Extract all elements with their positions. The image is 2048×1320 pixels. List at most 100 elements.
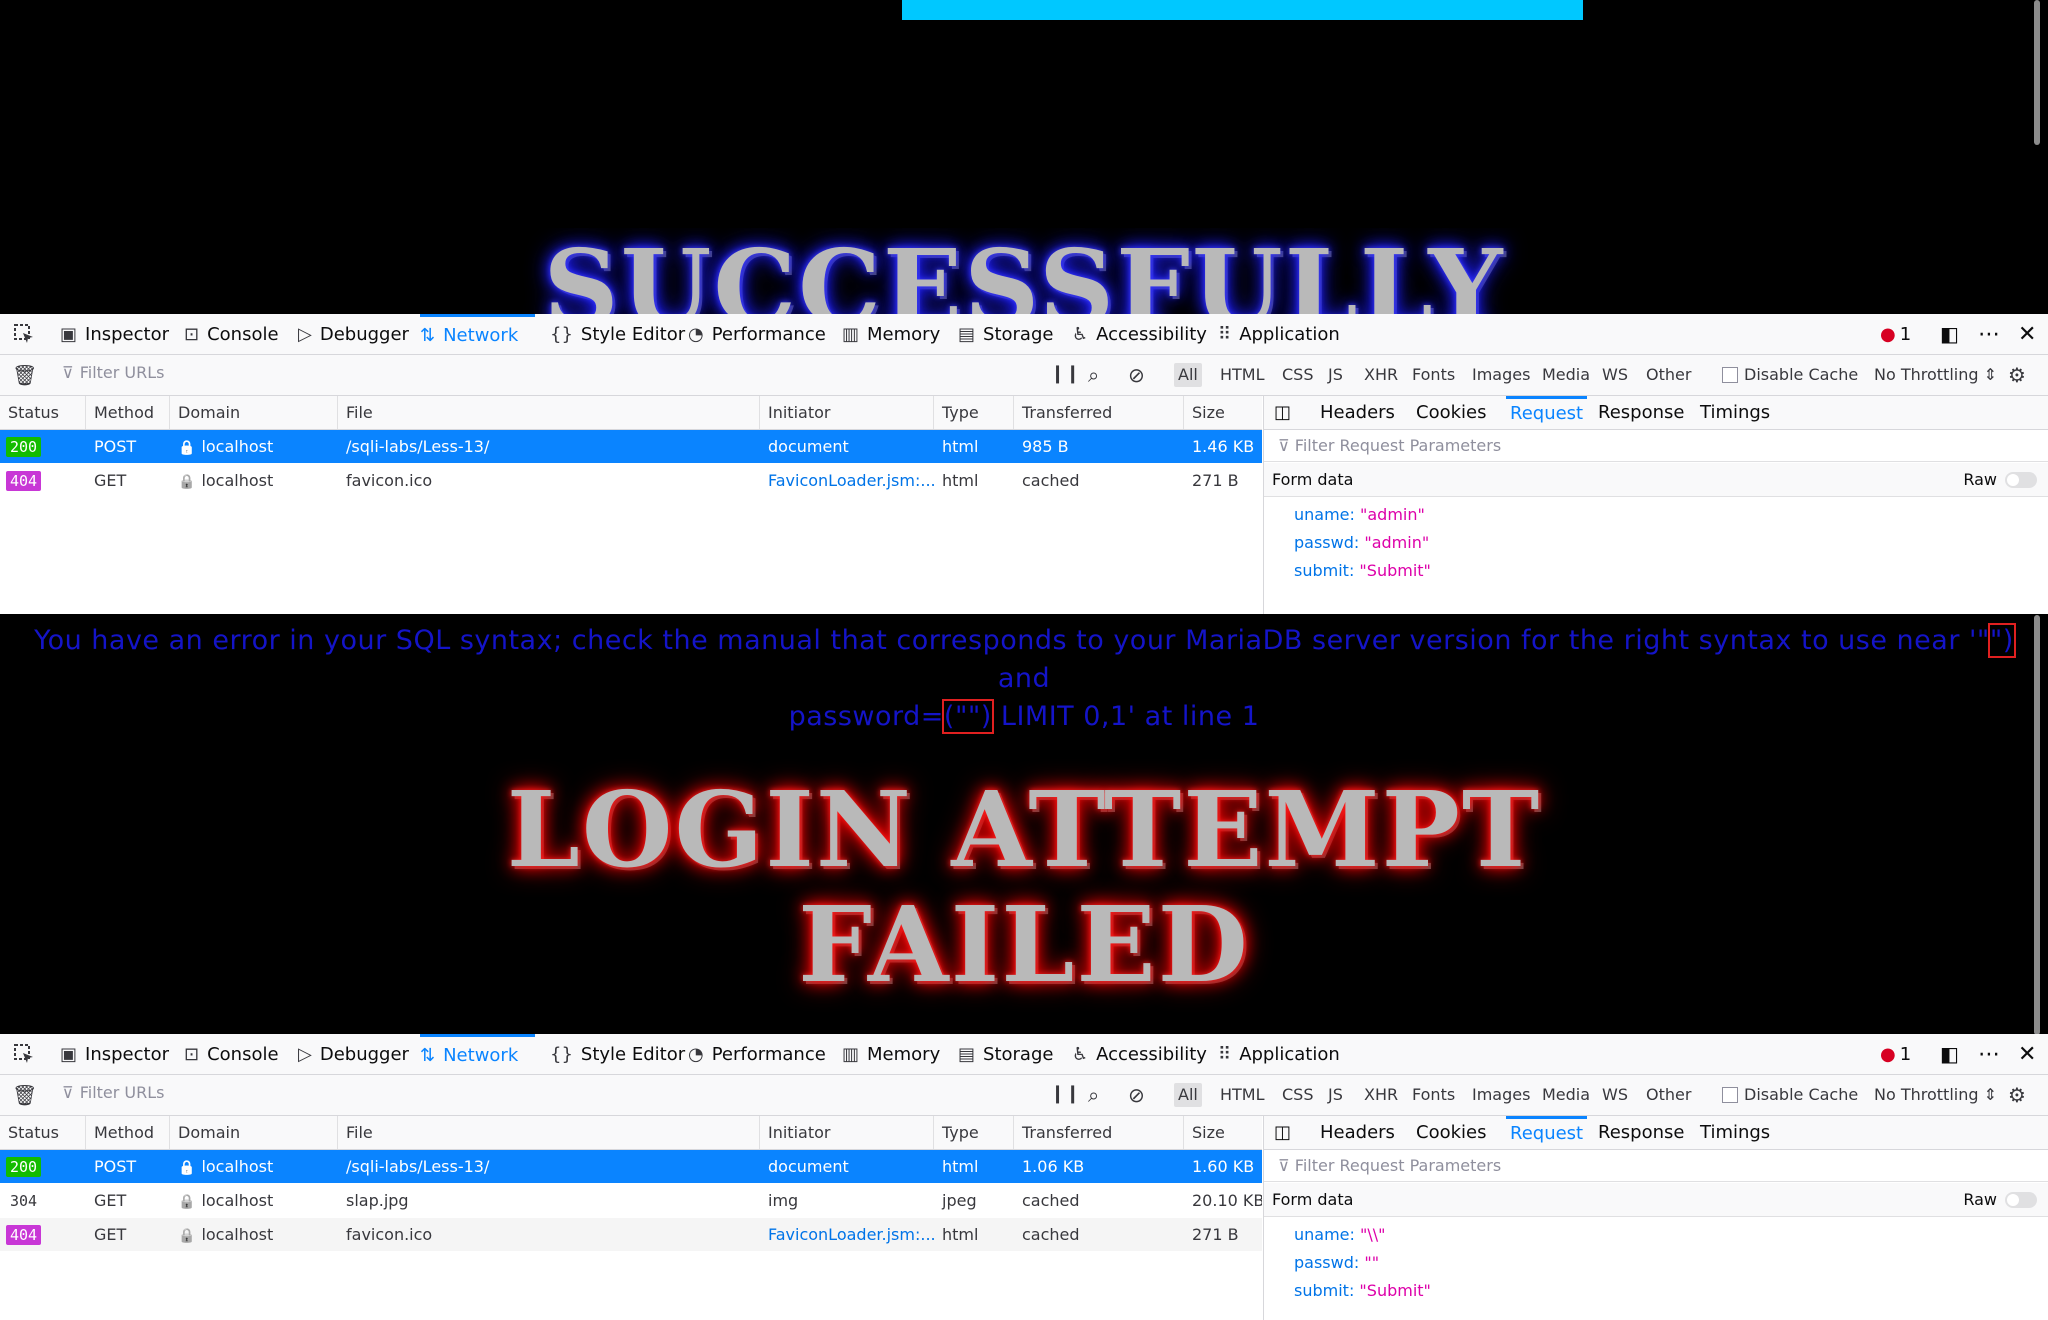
tab-style-editor[interactable]: {} Style Editor <box>550 1034 685 1074</box>
tab-storage[interactable]: ▤ Storage <box>958 314 1053 354</box>
col-status[interactable]: Status <box>0 1116 86 1149</box>
tab-timings[interactable]: Timings <box>1700 1116 1770 1149</box>
more-options-icon[interactable]: ⋯ <box>1978 1034 2000 1074</box>
table-row[interactable]: 404 GET 🔒 localhost favicon.ico FaviconLoader… <box>0 1218 1262 1251</box>
filter-urls-input[interactable]: ⊽ Filter URLs <box>62 363 1022 382</box>
page-scrollbar[interactable] <box>2034 615 2040 1035</box>
filter-type-fonts[interactable]: Fonts <box>1408 1083 1459 1107</box>
tab-performance[interactable]: ◔ Performance <box>688 314 826 354</box>
filter-type-css[interactable]: CSS <box>1278 363 1317 387</box>
filter-type-fonts[interactable]: Fonts <box>1408 363 1459 387</box>
filter-type-html[interactable]: HTML <box>1216 1083 1269 1107</box>
filter-type-ws[interactable]: WS <box>1598 1083 1632 1107</box>
col-initiator[interactable]: Initiator <box>760 396 934 429</box>
tab-headers[interactable]: Headers <box>1320 396 1395 429</box>
filter-type-all[interactable]: All <box>1174 1083 1202 1107</box>
toggle-sidebar-icon[interactable]: ◫ <box>1274 396 1291 429</box>
col-size[interactable]: Size <box>1184 1116 1262 1149</box>
filter-type-xhr[interactable]: XHR <box>1360 1083 1402 1107</box>
col-domain[interactable]: Domain <box>170 396 338 429</box>
tab-memory[interactable]: ▥ Memory <box>842 1034 940 1074</box>
tab-cookies[interactable]: Cookies <box>1416 1116 1486 1149</box>
gear-icon[interactable]: ⚙ <box>2008 363 2026 387</box>
error-counter[interactable]: ● 1 <box>1880 314 1911 354</box>
col-method[interactable]: Method <box>86 396 170 429</box>
filter-type-media[interactable]: Media <box>1538 1083 1594 1107</box>
col-transferred[interactable]: Transferred <box>1014 396 1184 429</box>
search-icon[interactable]: ⌕ <box>1088 363 1099 387</box>
filter-request-params-input[interactable]: ⊽ Filter Request Parameters <box>1264 430 2048 462</box>
filter-type-other[interactable]: Other <box>1642 1083 1695 1107</box>
search-icon[interactable]: ⌕ <box>1088 1083 1099 1107</box>
block-icon[interactable]: ⊘ <box>1128 363 1145 387</box>
tab-console[interactable]: ⊡ Console <box>184 1034 279 1074</box>
col-method[interactable]: Method <box>86 1116 170 1149</box>
tab-storage[interactable]: ▤ Storage <box>958 1034 1053 1074</box>
tab-cookies[interactable]: Cookies <box>1416 396 1486 429</box>
tab-memory[interactable]: ▥ Memory <box>842 314 940 354</box>
filter-type-all[interactable]: All <box>1174 363 1202 387</box>
col-type[interactable]: Type <box>934 1116 1014 1149</box>
table-row[interactable]: 200 POST 🔒 localhost/sqli-labs/Less-13/docu… <box>0 430 1262 463</box>
filter-urls-input[interactable]: ⊽ Filter URLs <box>62 1083 1022 1102</box>
filter-type-css[interactable]: CSS <box>1278 1083 1317 1107</box>
filter-type-other[interactable]: Other <box>1642 363 1695 387</box>
filter-type-js[interactable]: JS <box>1324 1083 1347 1107</box>
tab-inspector[interactable]: ▣ Inspector <box>60 314 169 354</box>
filter-type-html[interactable]: HTML <box>1216 363 1269 387</box>
pause-icon[interactable]: ❙❙ <box>1050 363 1080 384</box>
tab-debugger[interactable]: ▷ Debugger <box>298 1034 409 1074</box>
tab-application[interactable]: ⠿ Application <box>1218 314 1340 354</box>
more-options-icon[interactable]: ⋯ <box>1978 314 2000 354</box>
throttling-select[interactable]: No Throttling ⇕ <box>1870 363 2001 387</box>
dock-side-icon[interactable]: ◧ <box>1940 1034 1959 1074</box>
col-transferred[interactable]: Transferred <box>1014 1116 1184 1149</box>
tab-request[interactable]: Request <box>1506 1116 1588 1152</box>
tab-accessibility[interactable]: ♿ Accessibility <box>1072 1034 1207 1074</box>
col-size[interactable]: Size <box>1184 396 1262 429</box>
tab-inspector[interactable]: ▣ Inspector <box>60 1034 169 1074</box>
block-icon[interactable]: ⊘ <box>1128 1083 1145 1107</box>
col-initiator[interactable]: Initiator <box>760 1116 934 1149</box>
raw-toggle[interactable]: Raw <box>1963 1183 2037 1217</box>
col-file[interactable]: File <box>338 1116 760 1149</box>
tab-timings[interactable]: Timings <box>1700 396 1770 429</box>
disable-cache-checkbox[interactable]: Disable Cache <box>1718 1083 1862 1107</box>
toggle-switch[interactable] <box>2005 1192 2037 1208</box>
toggle-sidebar-icon[interactable]: ◫ <box>1274 1116 1291 1149</box>
col-domain[interactable]: Domain <box>170 1116 338 1149</box>
filter-type-images[interactable]: Images <box>1468 1083 1534 1107</box>
tab-console[interactable]: ⊡ Console <box>184 314 279 354</box>
gear-icon[interactable]: ⚙ <box>2008 1083 2026 1107</box>
filter-type-images[interactable]: Images <box>1468 363 1534 387</box>
col-type[interactable]: Type <box>934 396 1014 429</box>
trash-icon[interactable]: 🗑 <box>12 1083 37 1107</box>
col-file[interactable]: File <box>338 396 760 429</box>
element-picker-icon[interactable] <box>12 1042 36 1066</box>
tab-network[interactable]: ⇅ Network <box>420 314 535 354</box>
filter-type-js[interactable]: JS <box>1324 363 1347 387</box>
close-icon[interactable]: ✕ <box>2018 314 2036 354</box>
tab-request[interactable]: Request <box>1506 396 1588 432</box>
col-status[interactable]: Status <box>0 396 86 429</box>
filter-type-media[interactable]: Media <box>1538 363 1594 387</box>
filter-type-ws[interactable]: WS <box>1598 363 1632 387</box>
raw-toggle[interactable]: Raw <box>1963 463 2037 497</box>
tab-headers[interactable]: Headers <box>1320 1116 1395 1149</box>
table-row[interactable]: 304 GET 🔒 localhost slap.jpg img jpeg cached 20.… <box>0 1184 1262 1217</box>
tab-performance[interactable]: ◔ Performance <box>688 1034 826 1074</box>
error-counter[interactable]: ● 1 <box>1880 1034 1911 1074</box>
filter-request-params-input[interactable]: ⊽ Filter Request Parameters <box>1264 1150 2048 1182</box>
element-picker-icon[interactable] <box>12 322 36 346</box>
throttling-select[interactable]: No Throttling ⇕ <box>1870 1083 2001 1107</box>
tab-debugger[interactable]: ▷ Debugger <box>298 314 409 354</box>
tab-response[interactable]: Response <box>1598 1116 1684 1149</box>
page-scrollbar[interactable] <box>2034 0 2040 145</box>
tab-accessibility[interactable]: ♿ Accessibility <box>1072 314 1207 354</box>
tab-response[interactable]: Response <box>1598 396 1684 429</box>
tab-network[interactable]: ⇅ Network <box>420 1034 535 1074</box>
disable-cache-checkbox[interactable]: Disable Cache <box>1718 363 1862 387</box>
close-icon[interactable]: ✕ <box>2018 1034 2036 1074</box>
tab-application[interactable]: ⠿ Application <box>1218 1034 1340 1074</box>
dock-side-icon[interactable]: ◧ <box>1940 314 1959 354</box>
